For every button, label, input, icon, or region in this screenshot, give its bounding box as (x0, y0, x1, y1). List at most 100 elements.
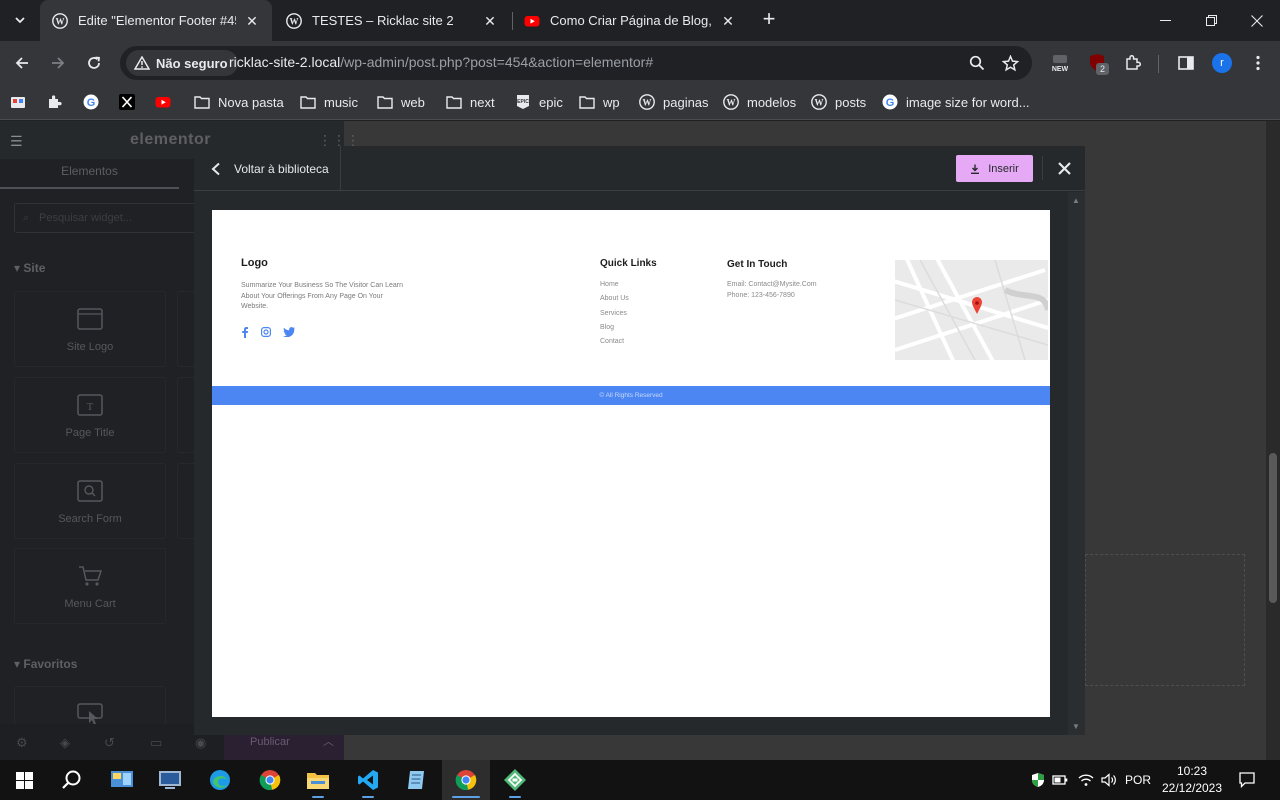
bookmark-folder-wp[interactable]: wp (579, 91, 620, 113)
site-info-button[interactable]: Não seguro (126, 50, 238, 76)
back-to-library-button[interactable]: Voltar à biblioteca (194, 146, 341, 191)
taskbar-clock[interactable]: 10:23 22/12/2023 (1160, 763, 1224, 797)
svg-text:G: G (886, 97, 895, 109)
bookmark-paginas[interactable]: W paginas (639, 91, 709, 113)
chrome-icon (455, 770, 477, 791)
bookmark-posts[interactable]: W posts (811, 91, 866, 113)
folder-icon (300, 94, 316, 110)
taskbar-app-chrome-active[interactable] (442, 760, 490, 800)
warning-icon (134, 56, 150, 70)
hamburger-icon[interactable]: ☰ (10, 133, 23, 150)
settings-icon[interactable]: ⚙ (16, 735, 28, 751)
start-button[interactable] (0, 760, 48, 800)
tab-testes[interactable]: W TESTES – Ricklac site 2 ✕ (274, 0, 510, 41)
section-favorites-label: Favoritos (23, 657, 78, 671)
scroll-down-icon[interactable]: ▼ (1072, 722, 1080, 731)
widget-page-title[interactable]: T Page Title (14, 377, 166, 453)
bookmark-apps[interactable] (10, 91, 34, 113)
tray-language[interactable]: POR (1120, 760, 1156, 800)
taskbar-app-explorer[interactable] (294, 760, 342, 800)
responsive-icon[interactable]: ▭ (150, 735, 162, 751)
taskbar-app-notepad[interactable] (392, 760, 440, 800)
taskbar-app-control-panel[interactable] (98, 760, 146, 800)
svg-text:W: W (815, 98, 824, 108)
minimize-button[interactable] (1142, 0, 1188, 41)
side-panel-button[interactable] (1174, 51, 1198, 75)
layers-icon[interactable]: ◈ (60, 735, 70, 751)
bookmark-folder-next[interactable]: next (446, 91, 495, 113)
taskbar-app-local[interactable] (491, 760, 539, 800)
tab-youtube[interactable]: Como Criar Página de Blog, Cat ✕ (512, 0, 748, 41)
bookmark-label: posts (835, 94, 867, 110)
widget-menu-cart[interactable]: Menu Cart (14, 548, 166, 624)
reload-button[interactable] (80, 49, 108, 77)
bookmark-folder-music[interactable]: music (300, 91, 358, 113)
taskbar-app-chrome[interactable] (246, 760, 294, 800)
section-site[interactable]: ▾ Site (14, 261, 45, 275)
security-label: Não seguro (156, 55, 228, 71)
taskbar-app-edge[interactable] (196, 760, 244, 800)
widget-favorite[interactable] (14, 686, 166, 726)
widget-site-logo[interactable]: Site Logo (14, 291, 166, 367)
insert-button[interactable]: Inserir (956, 155, 1033, 182)
back-button[interactable] (8, 49, 36, 77)
bookmark-extensions[interactable] (47, 91, 71, 113)
map-image (895, 260, 1048, 360)
notification-button[interactable] (1234, 760, 1260, 800)
contact-phone: Phone: 123-456-7890 (727, 292, 795, 299)
history-icon[interactable]: ↺ (104, 735, 115, 751)
ublock-extension-button[interactable]: 2 (1086, 51, 1110, 75)
close-tab-icon[interactable]: ✕ (244, 13, 260, 29)
page-scrollbar[interactable] (1266, 121, 1280, 760)
bookmark-folder-web[interactable]: web (377, 91, 425, 113)
forward-button[interactable] (44, 49, 72, 77)
menu-button[interactable] (1246, 51, 1270, 75)
close-window-button[interactable] (1234, 0, 1280, 41)
taskbar-app-task-manager[interactable] (146, 760, 194, 800)
back-label: Voltar à biblioteca (234, 161, 329, 176)
taskbar-app-vscode[interactable] (344, 760, 392, 800)
local-wp-icon (504, 769, 526, 791)
bookmark-folder-nova-pasta[interactable]: Nova pasta (194, 91, 284, 113)
close-tab-icon[interactable]: ✕ (720, 13, 736, 29)
footer-description: Summarize Your Business So The Visitor C… (241, 282, 403, 310)
bookmark-image-size[interactable]: G image size for word... (882, 91, 1030, 113)
preview-eye-icon[interactable]: ◉ (195, 735, 206, 751)
bookmark-star-button[interactable] (1000, 53, 1020, 73)
scrollbar-thumb[interactable] (1269, 453, 1277, 603)
zoom-button[interactable] (967, 53, 987, 73)
tray-shield-icon[interactable] (1028, 760, 1048, 800)
canvas-drop-area (1085, 554, 1245, 686)
bookmark-modelos[interactable]: W modelos (723, 91, 796, 113)
bookmark-youtube[interactable] (155, 91, 179, 113)
scroll-up-icon[interactable]: ▲ (1072, 196, 1080, 205)
tab-search-button[interactable] (6, 6, 34, 34)
extensions-button[interactable] (1121, 51, 1145, 75)
widget-search-input[interactable]: ⌕ Pesquisar widget... (14, 203, 214, 233)
restore-button[interactable] (1188, 0, 1234, 41)
bookmark-epic[interactable]: EPIC epic (515, 91, 563, 113)
quick-link-blog: Blog (600, 324, 615, 331)
tab-elementor-footer[interactable]: W Edite "Elementor Footer #454" < ✕ (40, 0, 272, 41)
template-library-modal: Voltar à biblioteca Inserir ▲ ▼ Logo Sum… (194, 146, 1085, 735)
bookmark-google[interactable]: G (83, 91, 107, 113)
bookmark-x[interactable] (119, 91, 143, 113)
url-text[interactable]: ricklac-site-2.local/wp-admin/post.php?p… (229, 54, 653, 70)
more-vertical-icon (1256, 55, 1260, 71)
profile-button[interactable]: r (1210, 51, 1234, 75)
taskbar-search-button[interactable] (48, 760, 96, 800)
tray-battery-icon[interactable] (1050, 760, 1070, 800)
tab-elements[interactable]: Elementos (0, 159, 179, 189)
section-favorites[interactable]: ▾ Favoritos (14, 657, 77, 671)
tray-wifi-icon[interactable] (1076, 760, 1096, 800)
new-tab-button[interactable]: + (757, 8, 781, 32)
close-tab-icon[interactable]: ✕ (482, 13, 498, 29)
close-modal-button[interactable] (1054, 159, 1074, 179)
download-icon (971, 164, 980, 174)
widget-search-form[interactable]: Search Form (14, 463, 166, 539)
chevron-down-icon (15, 17, 25, 24)
new-extension-button[interactable]: NEW (1048, 51, 1072, 75)
tray-volume-icon[interactable] (1098, 760, 1120, 800)
modal-scrollbar[interactable]: ▲ ▼ (1068, 192, 1085, 735)
address-bar[interactable]: Não seguro ricklac-site-2.local/wp-admin… (120, 46, 1032, 80)
